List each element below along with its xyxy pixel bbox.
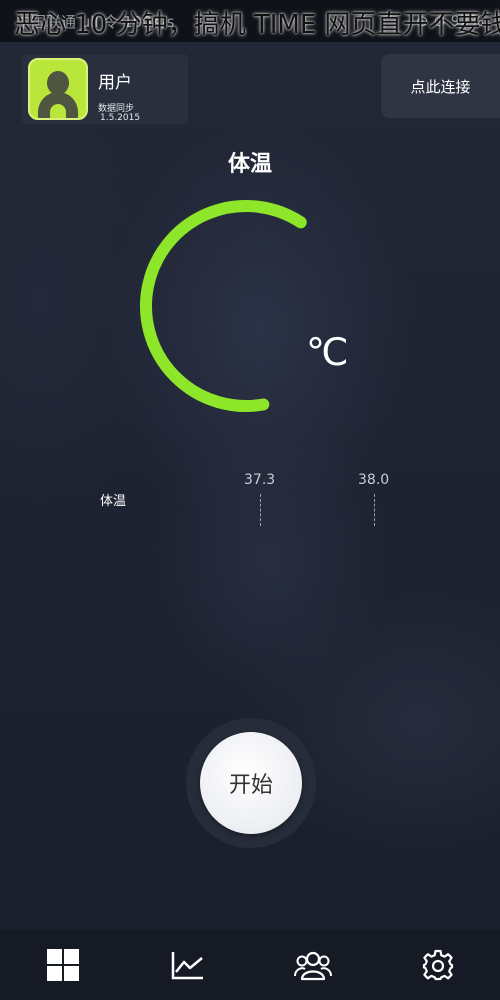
start-button[interactable]: 开始: [200, 732, 302, 834]
gear-icon: [422, 949, 453, 981]
tick-line-low: [260, 494, 261, 526]
sync-date: 1.5.2015: [100, 113, 141, 123]
temperature-gauge: [140, 200, 307, 412]
tab-chart[interactable]: [125, 930, 250, 1000]
gauge-arc: [140, 200, 307, 412]
tab-community[interactable]: [250, 930, 375, 1000]
tick-label-low: 37.3: [244, 472, 276, 488]
tick-line-high: [374, 494, 375, 526]
connect-button[interactable]: 点此连接: [381, 54, 500, 118]
user-card[interactable]: 用户 数据同步 1.5.2015: [22, 54, 188, 124]
tab-settings[interactable]: [375, 930, 500, 1000]
bottom-tab-bar: [0, 930, 500, 1000]
scale-label: 体温: [100, 494, 127, 509]
user-name: 用户: [98, 73, 132, 93]
group-icon: [293, 951, 332, 981]
overlay-caption: 恶心 10 分钟，搞机 TIME 网页直开不要钱: [14, 10, 500, 40]
page-title: 体温: [227, 152, 272, 177]
grid-icon: [46, 949, 79, 981]
gauge-unit: ℃: [306, 330, 349, 374]
tick-label-high: 38.0: [358, 472, 390, 488]
chart-icon: [171, 952, 203, 980]
tab-home[interactable]: [0, 930, 125, 1000]
avatar-icon[interactable]: [28, 58, 88, 120]
